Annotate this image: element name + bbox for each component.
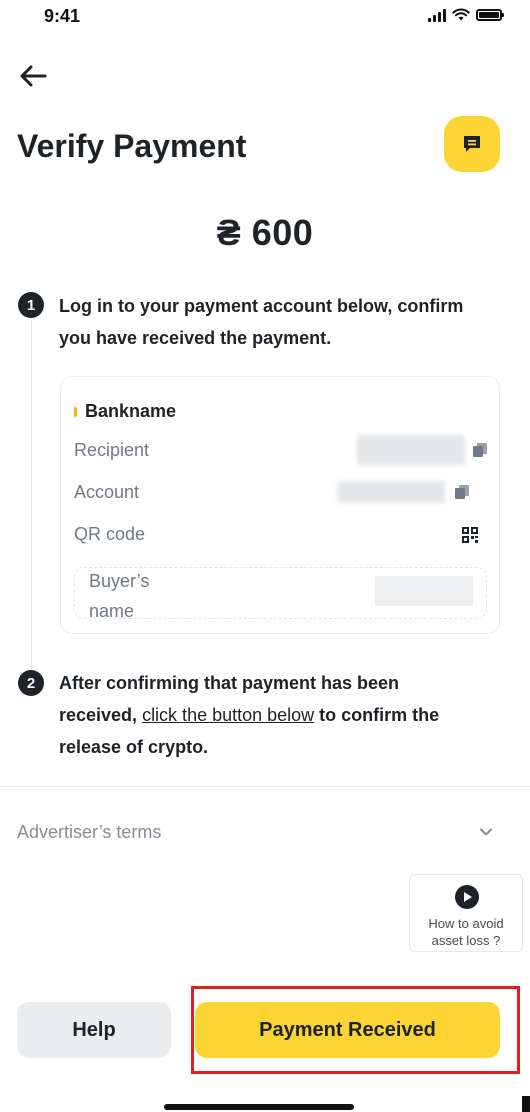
bank-name: Bankname [85,401,177,421]
qr-code-icon [462,527,478,543]
signal-icon [428,8,446,22]
account-value-redacted [337,481,445,503]
asset-loss-guide-card[interactable]: How to avoid asset loss ? [409,874,523,952]
payment-received-button[interactable]: Payment Received [195,1002,500,1058]
step-2-line-3: release of crypto. [59,737,209,757]
copy-icon [473,443,487,457]
payment-details-card: Bankname Recipient Account QR code Buyer… [60,376,500,634]
copy-icon [455,485,469,499]
step-1-text: Log in to your payment account below, co… [59,290,463,354]
step-2-number: 2 [18,670,44,696]
buyer-name-label: Buyer’s name [89,571,150,621]
asset-loss-line-1: How to avoid [428,916,504,931]
battery-icon [476,9,504,21]
asset-loss-line-2: asset loss ? [431,933,501,948]
copy-account-button[interactable] [453,483,471,501]
account-label: Account [74,482,140,502]
chat-button[interactable] [444,116,500,172]
advertiser-terms-label: Advertiser’s terms [17,822,162,842]
chevron-down-icon [480,828,492,836]
back-button[interactable] [18,62,50,90]
section-divider [0,786,530,787]
help-button[interactable]: Help [17,1002,171,1058]
step-connector-line [31,320,32,670]
step-1-number: 1 [18,292,44,318]
step-1-line-1: Log in to your payment account below, co… [59,296,464,316]
home-indicator [164,1104,354,1110]
step-2-prefix: received, [59,705,143,725]
bank-marker [74,407,77,417]
step-2-line-2: received, click the button below to conf… [59,699,439,731]
click-button-below-link[interactable]: click the button below [142,705,314,725]
recipient-value-redacted [357,435,465,465]
corner-mark [522,1096,530,1112]
step-2-line-1: After confirming that payment has been [59,673,400,693]
buyer-name-field: Buyer’s name [74,567,487,621]
chat-icon [464,136,480,152]
payment-amount: ₴ 600 [216,212,314,253]
asset-loss-text: How to avoid asset loss ? [410,915,522,949]
status-time: 9:41 [44,6,81,26]
qr-code-label: QR code [74,524,146,544]
wifi-icon [452,8,470,21]
step-1-line-2: you have received the payment. [59,328,332,348]
recipient-label: Recipient [74,440,150,460]
status-bar: 9:41 [0,0,530,34]
page-title: Verify Payment [17,128,247,164]
copy-recipient-button[interactable] [471,441,489,459]
advertiser-terms-row[interactable]: Advertiser’s terms [0,806,530,856]
play-icon [455,885,479,909]
arrow-left-icon [20,65,47,87]
step-2-text: After confirming that payment has been r… [59,667,439,763]
status-icons [428,8,504,22]
buyer-name-value-redacted [375,576,473,606]
step-2-suffix: to confirm the [314,705,440,725]
qr-code-button[interactable] [461,526,479,544]
